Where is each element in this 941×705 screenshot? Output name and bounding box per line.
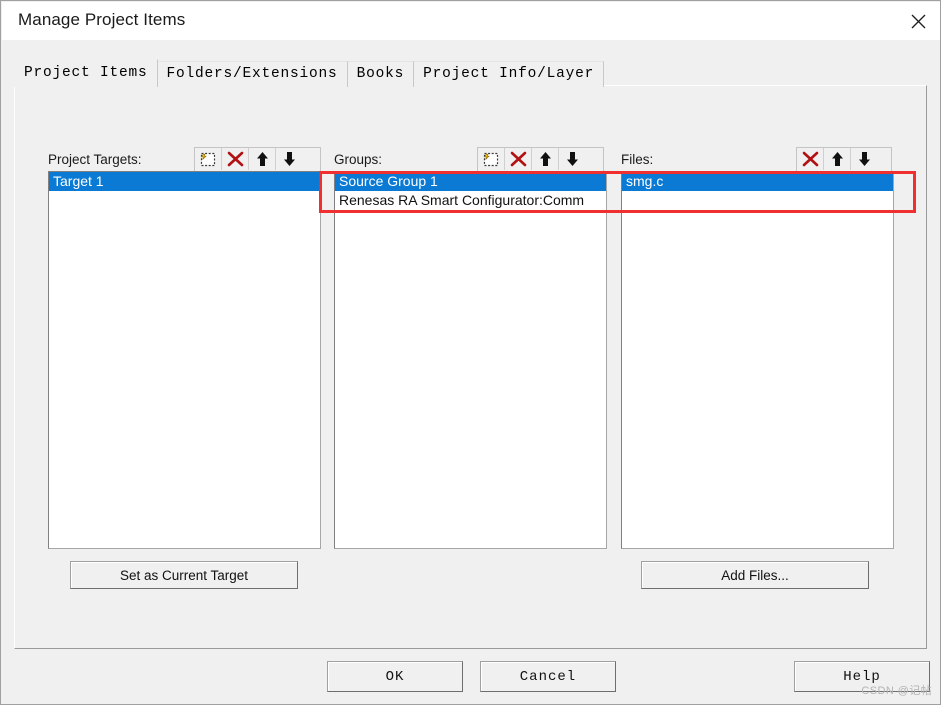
move-down-icon[interactable] bbox=[851, 148, 878, 170]
tab-strip: Project Items Folders/Extensions Books P… bbox=[14, 59, 605, 88]
groups-listbox[interactable]: Source Group 1 Renesas RA Smart Configur… bbox=[334, 171, 607, 549]
project-targets-toolbar bbox=[194, 147, 321, 171]
move-down-icon[interactable] bbox=[276, 148, 303, 170]
delete-icon[interactable] bbox=[222, 148, 249, 170]
files-listbox[interactable]: smg.c bbox=[621, 171, 894, 549]
set-as-current-target-button[interactable]: Set as Current Target bbox=[70, 561, 298, 589]
list-item[interactable]: Target 1 bbox=[49, 172, 320, 191]
new-item-icon[interactable] bbox=[195, 148, 222, 170]
groups-toolbar bbox=[477, 147, 604, 171]
cancel-button[interactable]: Cancel bbox=[480, 661, 616, 692]
new-item-icon[interactable] bbox=[478, 148, 505, 170]
move-up-icon[interactable] bbox=[532, 148, 559, 170]
list-item[interactable]: smg.c bbox=[622, 172, 893, 191]
groups-label: Groups: bbox=[334, 151, 383, 167]
add-files-button[interactable]: Add Files... bbox=[641, 561, 869, 589]
move-up-icon[interactable] bbox=[249, 148, 276, 170]
delete-icon[interactable] bbox=[505, 148, 532, 170]
tab-folders-extensions[interactable]: Folders/Extensions bbox=[156, 61, 348, 87]
tab-project-items[interactable]: Project Items bbox=[14, 59, 158, 88]
list-item[interactable]: Source Group 1 bbox=[335, 172, 606, 191]
tab-project-info-layer[interactable]: Project Info/Layer bbox=[413, 61, 605, 87]
project-targets-label: Project Targets: bbox=[48, 151, 142, 167]
delete-icon[interactable] bbox=[797, 148, 824, 170]
ok-button[interactable]: OK bbox=[327, 661, 463, 692]
project-targets-listbox[interactable]: Target 1 bbox=[48, 171, 321, 549]
files-label: Files: bbox=[621, 151, 654, 167]
tab-books[interactable]: Books bbox=[346, 61, 415, 87]
title-bar: Manage Project Items bbox=[2, 2, 940, 40]
list-item[interactable]: Renesas RA Smart Configurator:Comm bbox=[335, 191, 606, 210]
window-title: Manage Project Items bbox=[18, 10, 186, 29]
watermark: CSDN @记帖 bbox=[861, 685, 932, 697]
files-toolbar bbox=[796, 147, 892, 171]
move-down-icon[interactable] bbox=[559, 148, 586, 170]
close-icon[interactable] bbox=[895, 2, 940, 40]
manage-project-items-dialog: Manage Project Items Project Items Folde… bbox=[0, 0, 941, 705]
move-up-icon[interactable] bbox=[824, 148, 851, 170]
